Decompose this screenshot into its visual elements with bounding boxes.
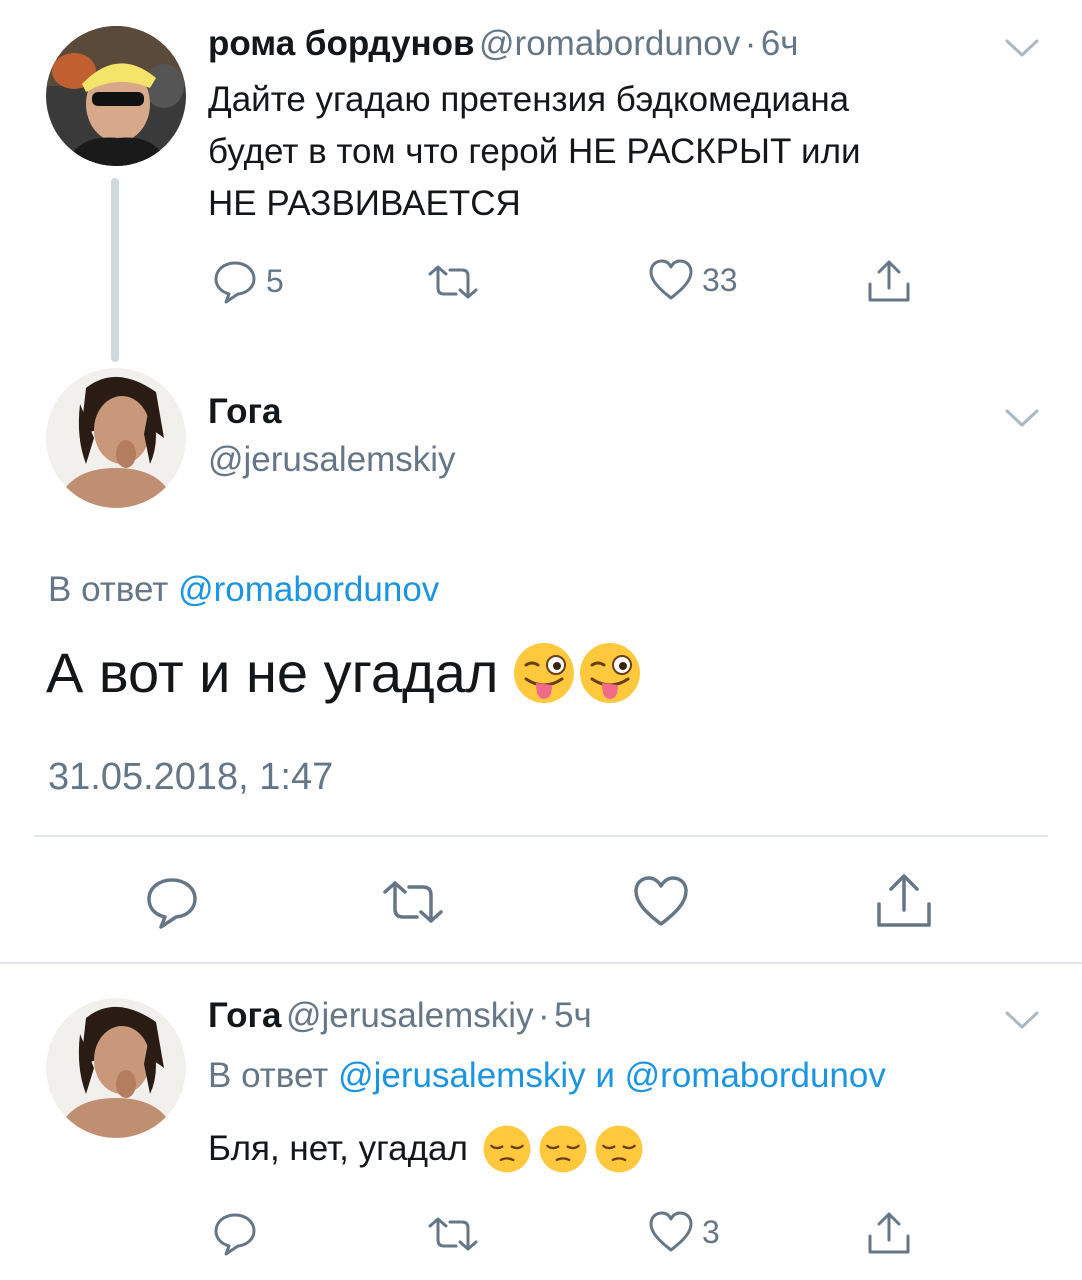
reply-icon (214, 261, 256, 304)
retweet-button[interactable] (426, 264, 480, 300)
reply-context: В ответ @jerusalemskiy и @romabordunov (208, 1056, 886, 1096)
reply-button[interactable] (144, 874, 200, 930)
main-tweet-text-row: А вот и не угадал (46, 640, 642, 705)
separator-dot: · (537, 996, 550, 1035)
reply-context: В ответ @romabordunov (48, 570, 439, 610)
author-name[interactable]: Гога (208, 392, 282, 432)
tweet-time[interactable]: 5ч (554, 996, 592, 1035)
reply-prefix: В ответ (208, 1056, 329, 1095)
reply-button[interactable] (212, 1210, 258, 1256)
avatar-romabordunov[interactable] (46, 26, 186, 166)
tweet-text-line: НЕ РАЗВИВАЕТСЯ (208, 184, 521, 223)
retweet-button[interactable] (380, 880, 446, 924)
retweet-icon (383, 881, 443, 923)
pensive-face-emoji (539, 1125, 587, 1173)
reply-button[interactable]: 5 (212, 258, 284, 304)
separator-dot: · (744, 24, 757, 63)
heart-icon (649, 259, 693, 300)
tweet-text-line: будет в том что герой НЕ РАСКРЫТ или (208, 132, 861, 171)
pensive-face-emoji (595, 1125, 643, 1173)
heart-icon (634, 876, 688, 926)
avatar-jerusalemskiy[interactable] (46, 998, 186, 1138)
winking-face-with-tongue-emoji (514, 642, 575, 703)
share-icon (868, 1212, 910, 1254)
share-button[interactable] (866, 1210, 912, 1256)
like-button[interactable] (632, 874, 690, 928)
reply-to-link[interactable]: @romabordunov (625, 1056, 886, 1095)
chevron-down-icon[interactable] (1004, 36, 1040, 60)
main-tweet-text: А вот и не угадал (46, 641, 499, 704)
heart-icon (649, 1211, 693, 1252)
tweet3-header: Гога @jerusalemskiy · 5ч (208, 996, 592, 1036)
share-icon (877, 874, 931, 927)
winking-face-with-tongue-emoji (580, 642, 641, 703)
chevron-down-icon[interactable] (1004, 406, 1040, 430)
share-icon (868, 260, 910, 302)
retweet-button[interactable] (426, 1216, 480, 1252)
pensive-face-emoji (483, 1125, 531, 1173)
reply-to-link[interactable]: @romabordunov (178, 570, 439, 609)
retweet-icon (428, 265, 478, 299)
tweet-time[interactable]: 6ч (761, 24, 799, 63)
author-handle[interactable]: @jerusalemskiy (286, 996, 534, 1035)
divider (34, 835, 1048, 837)
avatar-jerusalemskiy[interactable] (46, 368, 186, 508)
like-button[interactable]: 3 (648, 1210, 720, 1254)
author-handle[interactable]: @jerusalemskiy (208, 440, 456, 480)
reply-icon (214, 1213, 256, 1256)
thread-line (111, 178, 119, 362)
share-button[interactable] (866, 258, 912, 304)
chevron-down-icon[interactable] (1004, 1008, 1040, 1032)
reply-to-link[interactable]: @jerusalemskiy (338, 1056, 586, 1095)
tweet-timestamp[interactable]: 31.05.2018, 1:47 (48, 756, 333, 799)
retweet-icon (428, 1217, 478, 1251)
reply-count: 5 (266, 262, 284, 299)
reply-icon (147, 878, 197, 929)
tweet-text: Бля, нет, угадал (208, 1129, 468, 1168)
tweet3-text-row: Бля, нет, угадал (208, 1124, 644, 1174)
like-count: 33 (702, 261, 738, 298)
divider (0, 962, 1082, 964)
author-name[interactable]: Гога (208, 996, 282, 1035)
share-button[interactable] (874, 872, 934, 930)
reply-prefix: В ответ (48, 570, 169, 609)
like-count: 3 (702, 1213, 720, 1250)
author-handle[interactable]: @romabordunov (479, 24, 740, 63)
author-name[interactable]: рома бордунов (208, 24, 475, 63)
tweet-text-line: Дайте угадаю претензия бэдкомедиана (208, 80, 850, 119)
tweet1-text: Дайте угадаю претензия бэдкомедиана буде… (208, 74, 1028, 230)
like-button[interactable]: 33 (648, 258, 738, 302)
reply-and: и (595, 1056, 615, 1095)
tweet1-header: рома бордунов @romabordunov · 6ч (208, 24, 799, 64)
